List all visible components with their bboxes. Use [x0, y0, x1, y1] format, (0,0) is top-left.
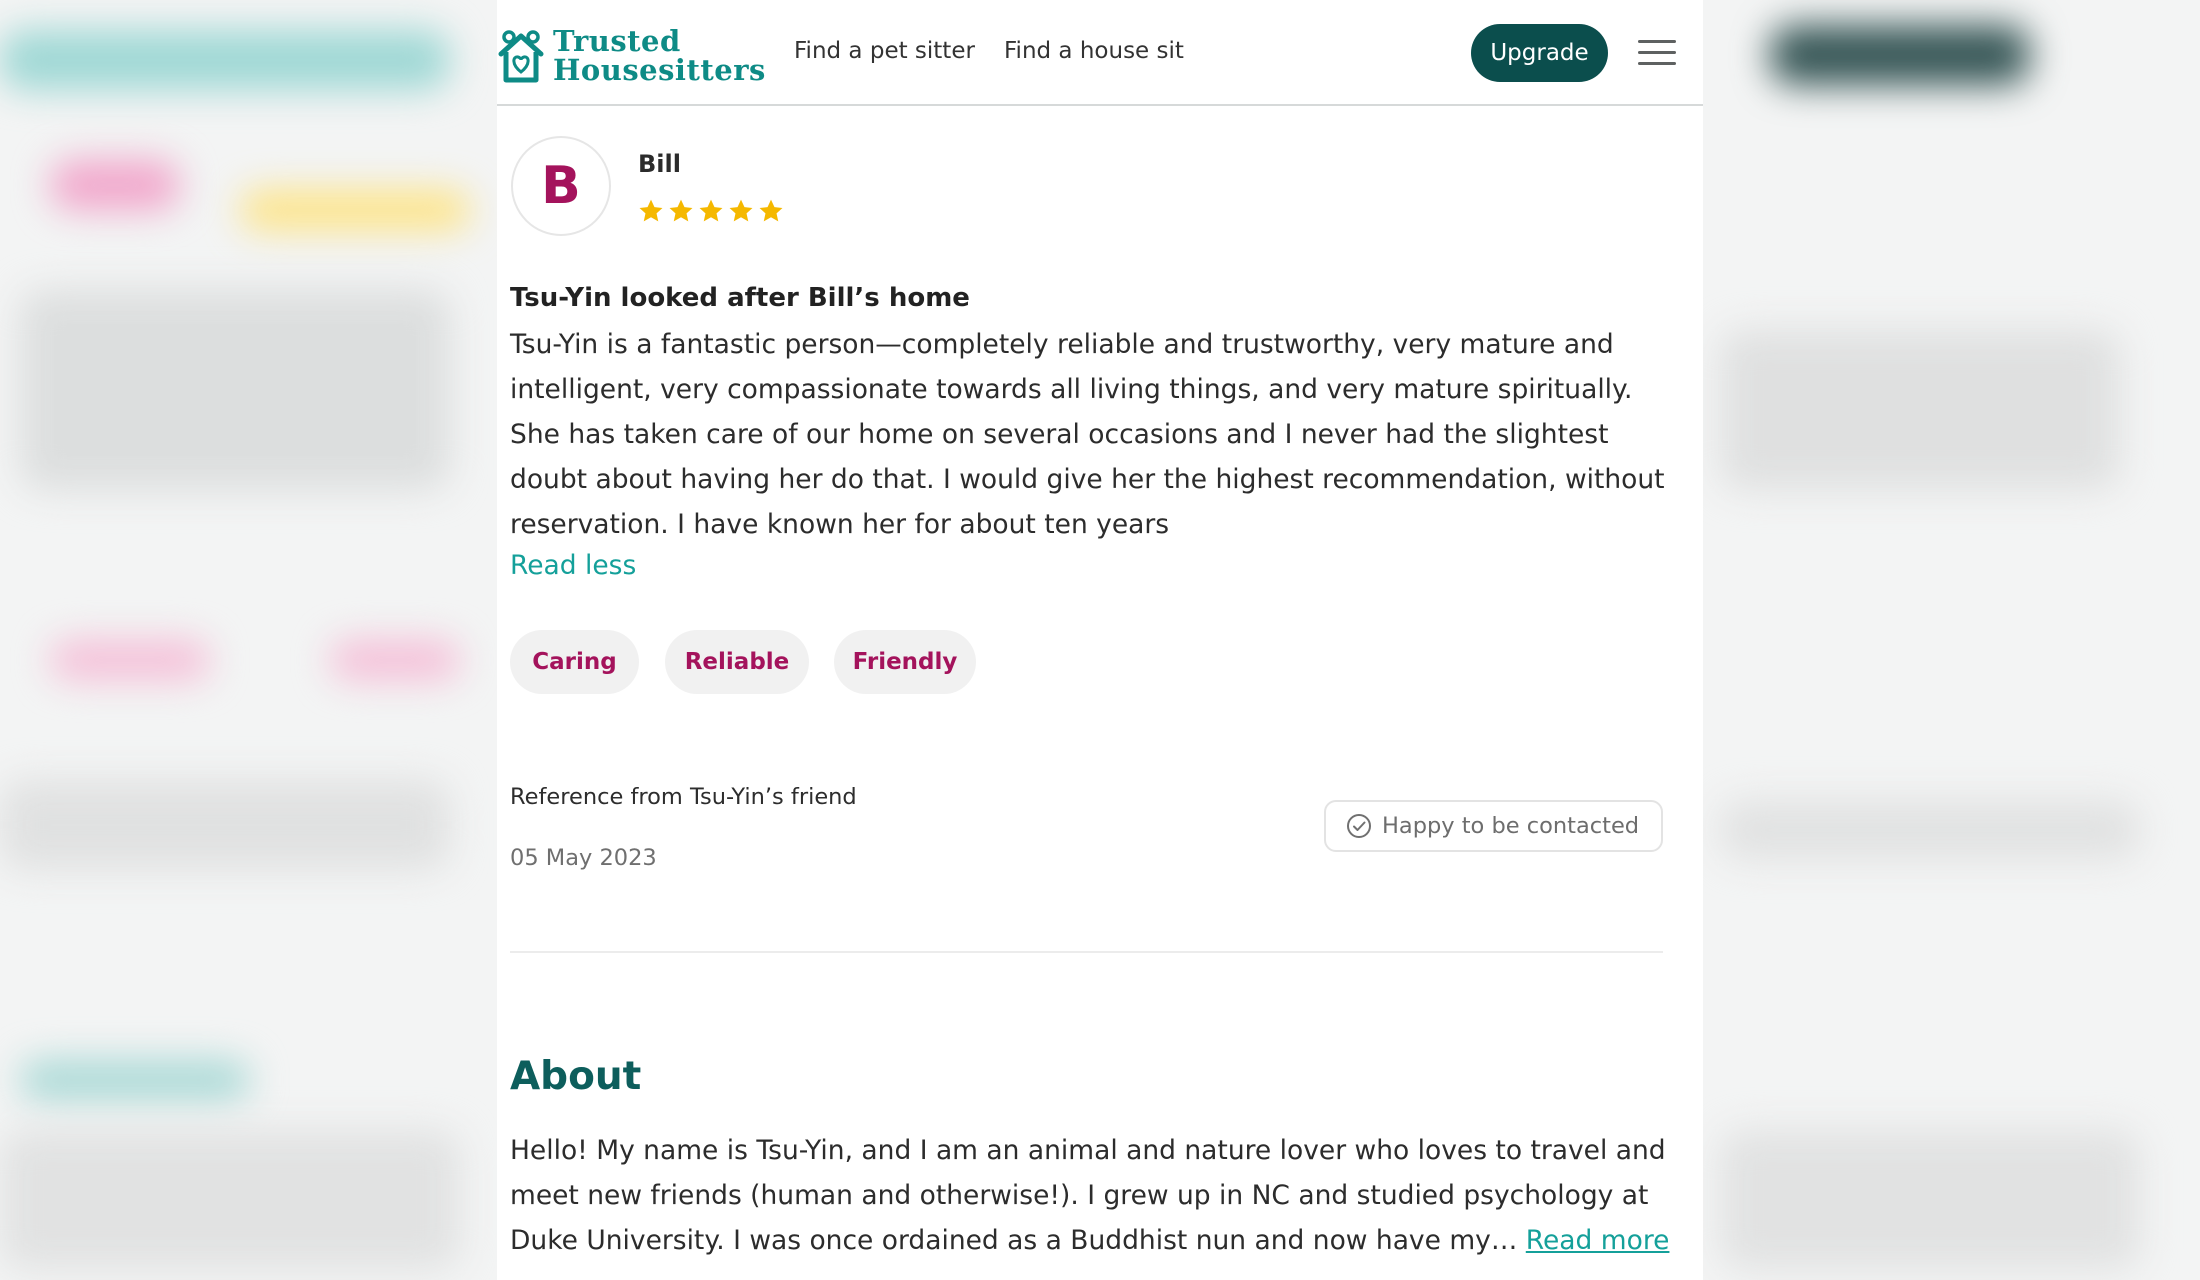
read-more-link[interactable]: Read more: [1526, 1225, 1670, 1256]
check-circle-icon: [1347, 814, 1371, 838]
read-less-link[interactable]: Read less: [510, 550, 636, 581]
tag-friendly: Friendly: [834, 630, 976, 694]
reference-source: Reference from Tsu-Yin’s friend: [510, 784, 857, 810]
upgrade-button[interactable]: Upgrade: [1471, 24, 1608, 82]
house-heart-logo-icon: [498, 30, 544, 83]
star-icon: [669, 199, 693, 222]
star-rating: [638, 198, 784, 224]
reviewer-avatar: B: [511, 136, 611, 236]
nav-find-house-sit[interactable]: Find a house sit: [1004, 38, 1184, 64]
tag-caring: Caring: [510, 630, 639, 694]
star-icon: [639, 199, 663, 222]
nav-find-pet-sitter[interactable]: Find a pet sitter: [794, 38, 975, 64]
logo-text-line1: Trusted: [553, 24, 681, 58]
review-body: Tsu-Yin is a fantastic person—completely…: [510, 329, 1665, 540]
star-icon: [699, 199, 723, 222]
happy-to-be-contacted-badge: Happy to be contacted: [1324, 800, 1663, 852]
about-heading: About: [510, 1054, 642, 1099]
section-divider: [510, 951, 1663, 953]
star-icon: [729, 199, 753, 222]
contact-label: Happy to be contacted: [1382, 813, 1640, 839]
reference-date: 05 May 2023: [510, 845, 657, 871]
about-body-text: Hello! My name is Tsu-Yin, and I am an a…: [510, 1135, 1666, 1256]
tag-reliable: Reliable: [665, 630, 809, 694]
about-text: Hello! My name is Tsu-Yin, and I am an a…: [510, 1128, 1675, 1263]
hamburger-menu-icon[interactable]: [1638, 40, 1676, 66]
trusted-housesitters-logo[interactable]: Trusted Housesitters: [497, 26, 766, 86]
top-header: Trusted Housesitters Find a pet sitter F…: [497, 0, 1703, 106]
star-icon: [759, 199, 783, 222]
reviewer-name: Bill: [638, 150, 681, 178]
review-title: Tsu-Yin looked after Bill’s home: [510, 283, 970, 313]
profile-page: Trusted Housesitters Find a pet sitter F…: [497, 0, 1703, 1280]
logo-text-line2: Housesitters: [553, 53, 766, 87]
